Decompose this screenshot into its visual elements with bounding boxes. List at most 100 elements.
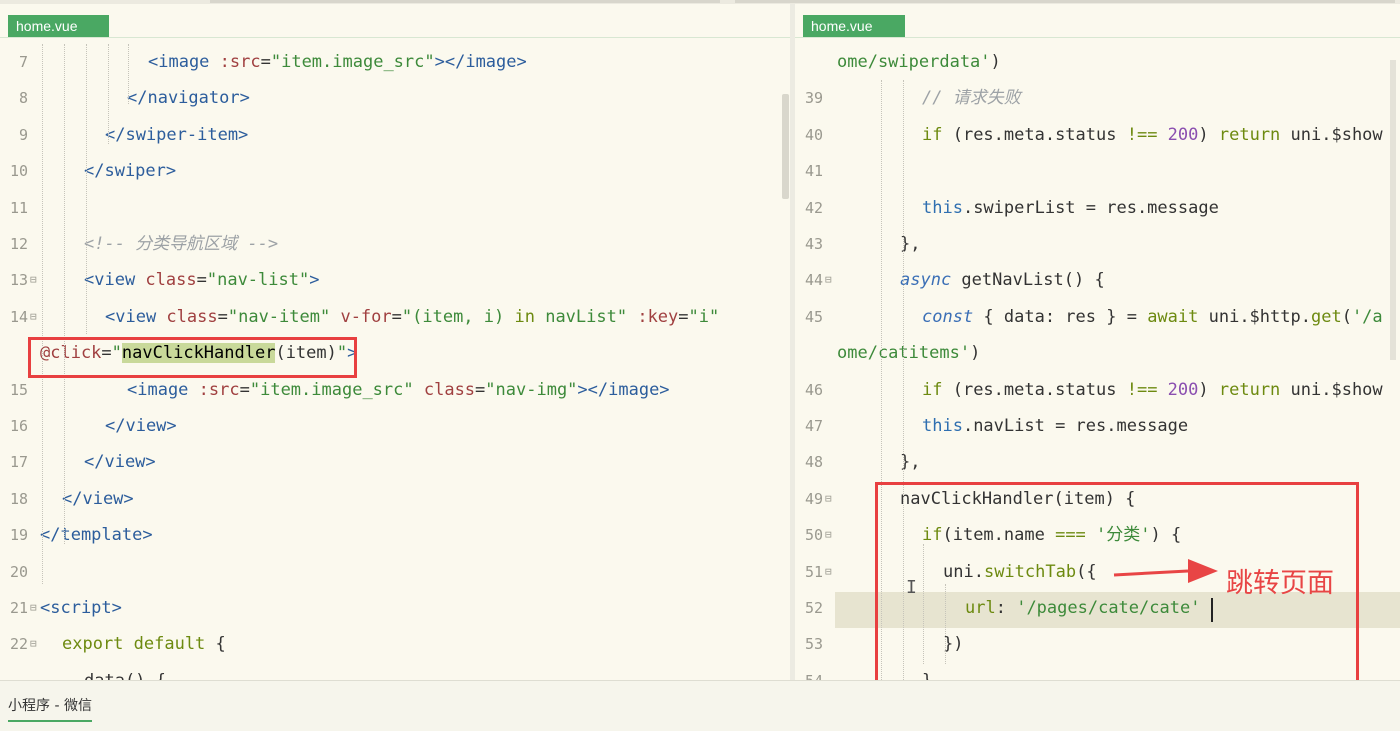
top-strip-segment <box>735 0 1395 3</box>
indent-guide <box>64 44 66 544</box>
line-number: 52 <box>804 599 823 617</box>
line-number: 22 <box>9 635 28 654</box>
line-number: 45 <box>804 307 823 326</box>
code-token: if <box>922 124 953 145</box>
line-number: 42 <box>804 198 823 217</box>
code-line[interactable]: </template> <box>40 517 153 553</box>
code-line[interactable]: const { data: res } = await uni.$http.ge… <box>922 299 1383 335</box>
code-line[interactable]: this.swiperList = res.message <box>922 190 1219 226</box>
line-number: 51 <box>804 562 823 581</box>
code-token: = <box>217 306 228 327</box>
line-number: 10 <box>9 162 28 181</box>
code-token: <view <box>105 306 167 327</box>
line-number: 14 <box>9 307 28 326</box>
fold-toggle-icon[interactable]: ⊟ <box>825 481 832 517</box>
file-tab-left[interactable]: home.vue <box>8 15 109 37</box>
vertical-scrollbar-thumb[interactable] <box>782 94 789 199</box>
code-line[interactable]: // 请求失败 <box>922 80 1021 116</box>
code-token: "(item, i) <box>401 306 515 327</box>
code-token: !== <box>1126 124 1168 145</box>
fold-toggle-icon[interactable]: ⊟ <box>30 299 37 335</box>
line-number: 8 <box>18 89 28 108</box>
code-line[interactable]: </view> <box>84 444 156 480</box>
code-line[interactable]: </view> <box>105 408 177 444</box>
code-token: // 请求失败 <box>922 88 1021 109</box>
code-token: uni.$show <box>1290 124 1383 145</box>
code-token: return <box>1218 124 1291 145</box>
code-line[interactable]: <script> <box>40 590 122 626</box>
line-number: 12 <box>9 235 28 253</box>
code-line[interactable]: <view class="nav-list"> <box>84 262 319 298</box>
code-line[interactable]: </swiper-item> <box>105 117 248 153</box>
code-token: return <box>1218 379 1291 400</box>
code-token: !== <box>1126 379 1168 400</box>
code-token: = <box>260 52 271 72</box>
code-token: ) <box>1198 124 1219 145</box>
code-token: this <box>922 416 963 436</box>
code-token: ( <box>1341 306 1352 327</box>
code-line[interactable]: this.navList = res.message <box>922 408 1188 444</box>
code-token: ) <box>1198 379 1219 400</box>
code-token: { <box>215 634 226 655</box>
tab-underline <box>795 37 1400 38</box>
code-token: get <box>1310 306 1342 327</box>
fold-toggle-icon[interactable]: ⊟ <box>30 626 37 662</box>
code-line[interactable]: <image :src="item.image_src"></image> <box>148 44 527 80</box>
code-line[interactable]: if (res.meta.status !== 200) return uni.… <box>922 117 1383 153</box>
highlight-box-click-handler <box>28 337 357 378</box>
code-token: ></image> <box>577 379 670 400</box>
text-caret <box>1211 598 1213 622</box>
fold-toggle-icon[interactable]: ⊟ <box>30 590 37 626</box>
fold-toggle-icon[interactable]: ⊟ <box>30 262 37 298</box>
code-line[interactable]: export default { <box>62 626 226 662</box>
code-line[interactable]: data() { <box>84 663 166 680</box>
code-line[interactable]: ome/swiperdata') <box>837 44 1001 80</box>
line-number: 54 <box>799 663 823 680</box>
code-token: .navList = res.message <box>962 416 1189 436</box>
code-line[interactable]: async getNavList() { <box>900 262 1105 298</box>
code-token: <image <box>127 379 199 400</box>
code-token: export default <box>62 634 216 655</box>
file-tab-right[interactable]: home.vue <box>803 15 905 37</box>
line-number: 46 <box>804 380 823 399</box>
code-token: class <box>423 379 476 400</box>
line-number: 15 <box>9 380 28 399</box>
fold-toggle-icon[interactable]: ⊟ <box>825 517 832 553</box>
line-number: 40 <box>804 125 823 144</box>
right-scrollbar-track[interactable] <box>1390 60 1396 360</box>
code-line[interactable]: </swiper> <box>84 153 176 189</box>
code-token: "nav-img" <box>485 379 578 400</box>
code-token: :src <box>219 52 261 72</box>
annotation-label: 跳转页面 <box>1226 568 1334 599</box>
line-number: 9 <box>18 125 28 144</box>
code-token: (res.meta.status <box>952 379 1127 400</box>
code-token: = <box>196 270 207 291</box>
code-token: </swiper-item> <box>105 124 249 145</box>
code-line[interactable]: <!-- 分类导航区域 --> <box>84 226 278 262</box>
code-line[interactable]: </view> <box>62 481 134 517</box>
line-number: 47 <box>804 417 823 435</box>
code-token: <!-- 分类导航区域 --> <box>84 234 279 254</box>
code-line[interactable]: if (res.meta.status !== 200) return uni.… <box>922 372 1383 408</box>
fold-toggle-icon[interactable]: ⊟ <box>825 262 832 298</box>
code-token: 200 <box>1167 124 1199 145</box>
code-line[interactable]: ome/catitems') <box>837 335 980 371</box>
code-token: uni.$show <box>1290 379 1383 400</box>
line-number: 11 <box>9 198 28 217</box>
fold-toggle-icon[interactable]: ⊟ <box>825 554 832 590</box>
code-line[interactable]: </navigator> <box>127 80 250 116</box>
code-line[interactable]: <view class="nav-item" v-for="(item, i) … <box>105 299 719 335</box>
line-number: 39 <box>804 89 823 108</box>
line-number: 44 <box>804 271 823 290</box>
tab-console[interactable]: 小程序 - 微信 <box>8 695 92 722</box>
code-token: in <box>514 306 535 327</box>
code-token: uni.$http. <box>1208 306 1311 327</box>
code-token: = <box>239 379 250 400</box>
code-token: "nav-item" <box>227 306 341 327</box>
ibeam-cursor-icon: I <box>906 577 917 598</box>
code-token: </view> <box>105 416 177 436</box>
code-token: </navigator> <box>127 88 250 109</box>
code-token: :src <box>198 379 240 400</box>
code-token: v-for <box>340 306 392 327</box>
code-token: '/a <box>1351 306 1383 327</box>
